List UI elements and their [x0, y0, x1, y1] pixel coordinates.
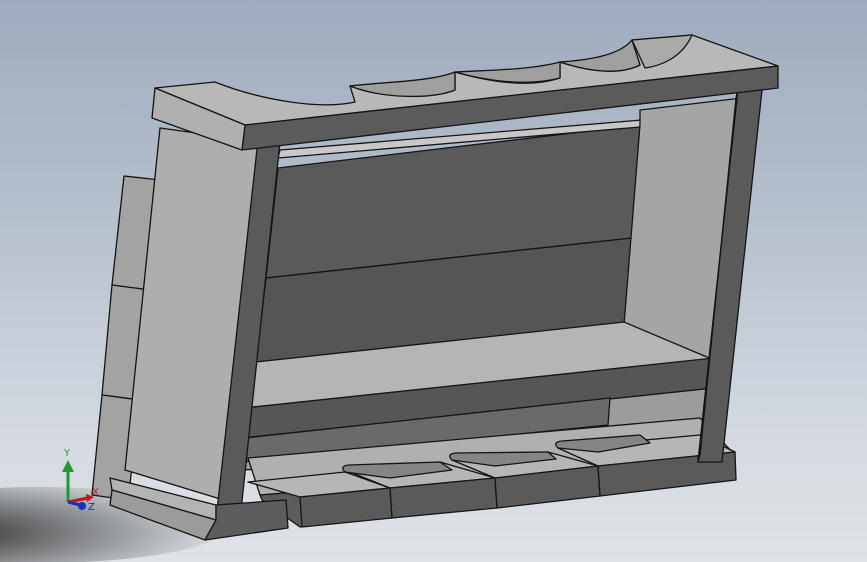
graphics-viewport[interactable]: Y X Z — [0, 0, 867, 562]
x-axis: X — [67, 487, 99, 504]
axis-triad: Y X Z — [62, 448, 99, 513]
y-axis-label: Y — [63, 448, 71, 459]
y-axis: Y — [62, 448, 74, 502]
z-axis-label: Z — [88, 502, 95, 513]
x-axis-label: X — [92, 487, 99, 498]
z-axis: Z — [67, 500, 95, 513]
